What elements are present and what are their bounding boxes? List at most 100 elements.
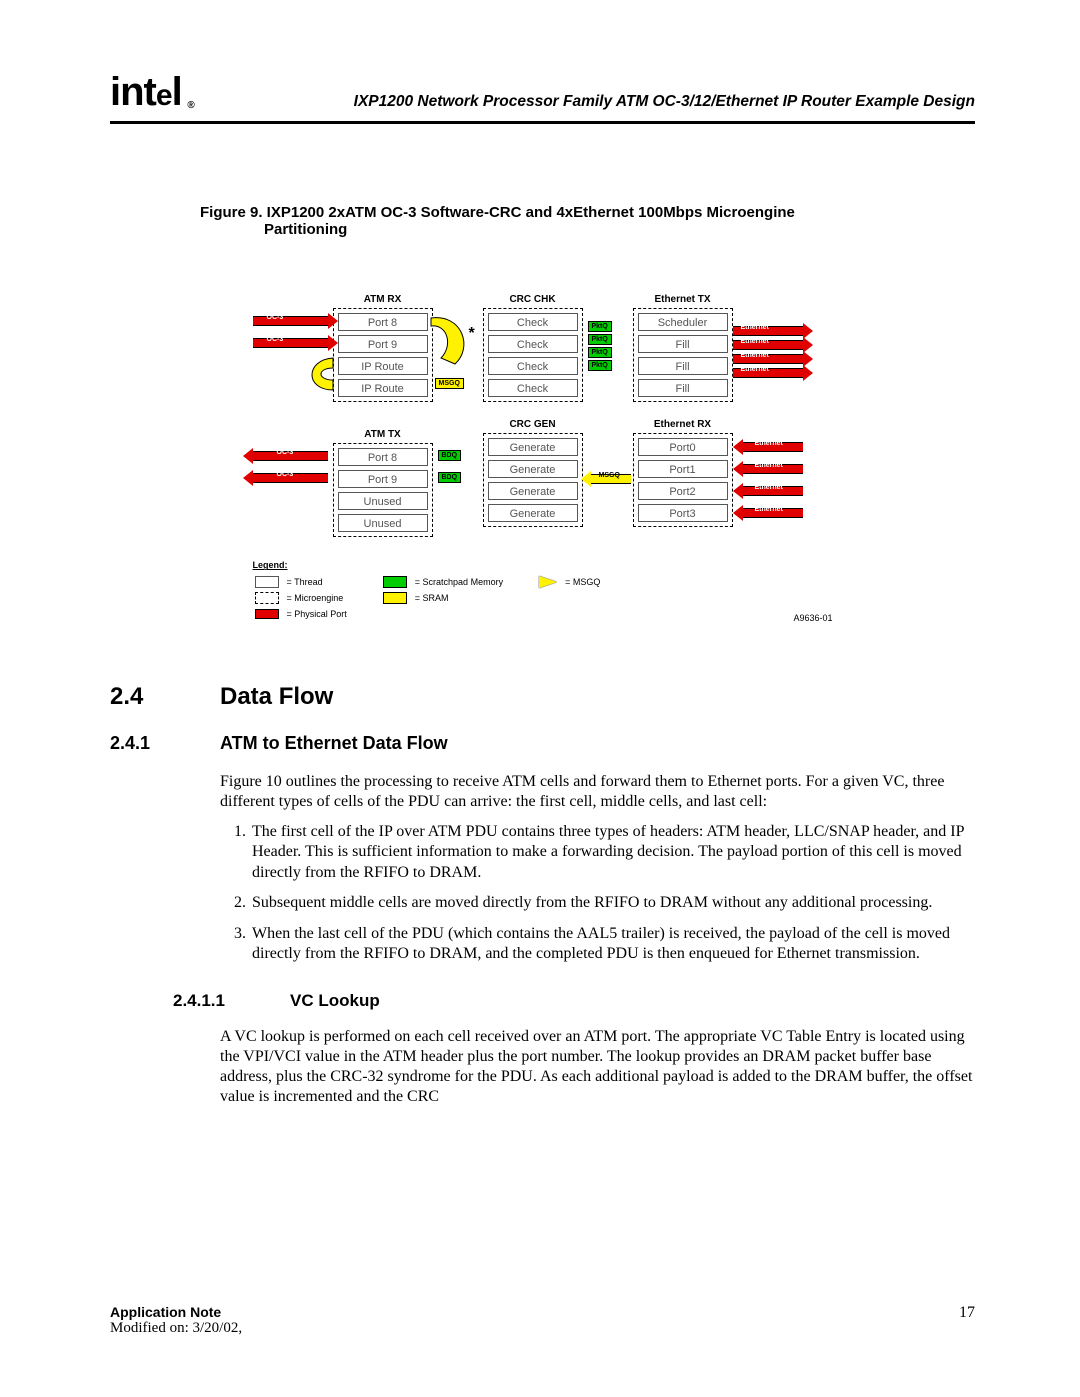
label-pktq: PktQ [588,347,612,358]
arrow-eth-out: Ethernet [733,325,803,337]
label-msgq: MSGQ [599,472,620,479]
figure-diagram: ATM RX Port 8 Port 9 IP Route IP Route C… [253,293,833,623]
port-label: OC-3 [267,336,284,343]
legend-item: = Thread [287,576,353,590]
asterisk-icon: * [469,325,475,343]
me-title: Ethernet TX [634,294,732,305]
me-atm-tx: ATM TX Port 8 Port 9 Unused Unused [333,443,433,537]
port-label: OC-3 [277,449,294,456]
thread: Port3 [638,504,728,522]
legend-item: = SRAM [415,592,509,606]
yellow-loop-icon [313,308,493,408]
thread: Port 9 [338,470,428,488]
thread: Check [488,335,578,353]
legend-item: = MSGQ [565,576,606,590]
arrow-msgq: MSGQ [591,473,631,485]
label-pktq: PktQ [588,334,612,345]
arrow-eth-out: Ethernet [733,353,803,365]
legend-title: Legend: [253,560,609,570]
thread: Generate [488,504,578,522]
label-bdq: BDQ [438,472,462,483]
legend-swatch-sram [383,592,407,604]
port-label: Ethernet [741,366,769,373]
thread: Unused [338,492,428,510]
paragraph: A VC lookup is performed on each cell re… [220,1027,975,1107]
legend-swatch-scratchpad [383,576,407,588]
figure-caption-line1: Figure 9. IXP1200 2xATM OC-3 Software-CR… [200,204,795,221]
me-eth-rx: Ethernet RX Port0 Port1 Port2 Port3 [633,433,733,527]
heading-number: 2.4.1 [110,733,220,754]
port-label: Ethernet [755,484,783,491]
legend-item: = Physical Port [287,608,353,621]
label-pktq: PktQ [588,360,612,371]
legend-swatch-port [255,609,279,619]
arrow-eth-out: Ethernet [733,367,803,379]
me-eth-tx: Ethernet TX Scheduler Fill Fill Fill [633,308,733,402]
port-label: Ethernet [741,324,769,331]
intel-logo: intel ® [110,70,188,115]
thread: Port2 [638,482,728,500]
figure-caption-line2: Partitioning [200,221,935,238]
thread: Generate [488,438,578,456]
me-title: ATM TX [334,429,432,440]
heading-text: VC Lookup [290,991,380,1011]
page-header: intel ® IXP1200 Network Processor Family… [110,70,975,124]
footer-note: Application Note [110,1304,242,1320]
me-title: ATM RX [334,294,432,305]
label-bdq: BDQ [438,450,462,461]
me-title: CRC GEN [484,419,582,430]
thread: Port0 [638,438,728,456]
port-label: Ethernet [741,338,769,345]
me-title: Ethernet RX [634,419,732,430]
port-label: Ethernet [755,462,783,469]
arrow-eth-in: Ethernet [743,485,803,497]
heading-2-4: 2.4 Data Flow [110,683,975,711]
thread: Check [488,313,578,331]
page-footer: Application Note Modified on: 3/20/02, 1… [110,1304,975,1337]
legend-item: = Microengine [287,592,353,606]
heading-text: ATM to Ethernet Data Flow [220,733,448,754]
list-item: Subsequent middle cells are moved direct… [250,893,975,913]
heading-number: 2.4.1.1 [110,991,290,1011]
legend: Legend: = Thread = Scratchpad Memory = M… [253,560,609,623]
port-label: OC-3 [277,471,294,478]
heading-number: 2.4 [110,683,220,711]
legend-swatch-microengine [255,592,279,604]
body-block: A VC lookup is performed on each cell re… [110,1027,975,1107]
me-crc-chk: CRC CHK Check Check Check Check [483,308,583,402]
port-label: Ethernet [755,506,783,513]
port-label: Ethernet [755,440,783,447]
thread: Port1 [638,460,728,478]
list-item: The first cell of the IP over ATM PDU co… [250,822,975,883]
thread: Fill [638,335,728,353]
port-label: Ethernet [741,352,769,359]
document-title: IXP1200 Network Processor Family ATM OC-… [188,93,975,115]
logo-text: intel [110,70,182,114]
footer-modified: Modified on: 3/20/02, [110,1320,242,1337]
page-number: 17 [959,1304,975,1322]
thread: Scheduler [638,313,728,331]
ordered-list: The first cell of the IP over ATM PDU co… [220,822,975,965]
thread: Check [488,357,578,375]
arrow-eth-in: Ethernet [743,441,803,453]
thread: Fill [638,379,728,397]
arrow-eth-in: Ethernet [743,463,803,475]
thread: Unused [338,514,428,532]
paragraph: Figure 10 outlines the processing to rec… [220,772,975,812]
body-block: Figure 10 outlines the processing to rec… [110,772,975,965]
arrow-oc3-out: OC-3 [253,472,328,484]
thread: Fill [638,357,728,375]
arrow-eth-in: Ethernet [743,507,803,519]
thread: Generate [488,460,578,478]
heading-2-4-1-1: 2.4.1.1 VC Lookup [110,991,975,1011]
legend-item: = Scratchpad Memory [415,576,509,590]
thread: Port 8 [338,448,428,466]
figure-caption: Figure 9. IXP1200 2xATM OC-3 Software-CR… [110,204,975,238]
list-item: When the last cell of the PDU (which con… [250,924,975,965]
legend-swatch-thread [255,576,279,588]
me-crc-gen: CRC GEN Generate Generate Generate Gener… [483,433,583,527]
page: intel ® IXP1200 Network Processor Family… [0,0,1080,1397]
figure-id: A9636-01 [793,613,832,623]
heading-2-4-1: 2.4.1 ATM to Ethernet Data Flow [110,733,975,754]
arrow-eth-out: Ethernet [733,339,803,351]
